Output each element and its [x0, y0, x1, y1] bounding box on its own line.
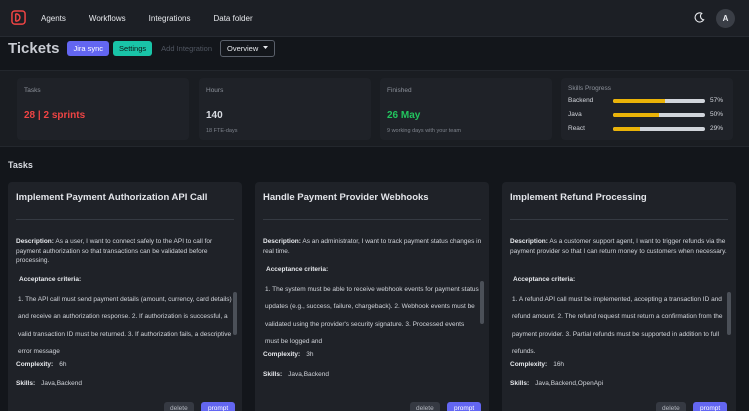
- delete-button[interactable]: delete: [164, 402, 194, 411]
- task-card-title: Implement Refund Processing: [510, 192, 647, 203]
- task-skills: Skills: Java,Backend: [16, 380, 82, 387]
- acceptance-criteria-label: Acceptance criteria:: [19, 276, 82, 283]
- description-label: Description:: [263, 238, 301, 245]
- stat-hours-value: 140: [206, 110, 223, 121]
- task-card-title: Implement Payment Authorization API Call: [16, 192, 208, 203]
- task-complexity: Complexity: 6h: [16, 361, 66, 368]
- task-description: Description: As a user, I want to connec…: [16, 237, 238, 266]
- stat-finished-label: Finished: [387, 87, 412, 94]
- page-header: Tickets Jira sync Settings Add Integrati…: [8, 39, 276, 57]
- add-integration-button[interactable]: Add Integration: [161, 44, 212, 53]
- skills-label: Skills:: [510, 380, 530, 387]
- skill-row: Backend 57%: [568, 96, 733, 105]
- scrollbar-thumb[interactable]: [727, 292, 731, 335]
- skill-name: React: [568, 125, 585, 132]
- stat-tasks-label: Tasks: [24, 87, 41, 94]
- nav-data-folder[interactable]: Data folder: [213, 14, 252, 23]
- stat-hours-label: Hours: [206, 87, 224, 94]
- skills-label: Skills:: [16, 380, 36, 387]
- nav-integrations[interactable]: Integrations: [149, 14, 191, 23]
- complexity-label: Complexity:: [16, 361, 54, 368]
- delete-button[interactable]: delete: [656, 402, 686, 411]
- description-label: Description:: [510, 238, 548, 245]
- skills-value: Java,Backend,OpenApi: [535, 380, 604, 387]
- task-complexity: Complexity: 3h: [263, 351, 313, 358]
- moon-icon[interactable]: [694, 12, 705, 23]
- settings-button[interactable]: Settings: [113, 40, 153, 56]
- complexity-value: 3h: [306, 351, 314, 358]
- task-card: Handle Payment Provider Webhooks Descrip…: [255, 182, 489, 411]
- nav-workflows[interactable]: Workflows: [89, 14, 126, 23]
- overview-dropdown-label: Overview: [227, 43, 259, 53]
- stat-skills: Skills Progress Backend 57% Java 50% Rea…: [561, 78, 733, 140]
- acceptance-criteria-label: Acceptance criteria:: [513, 276, 576, 283]
- acceptance-criteria-text[interactable]: 1. A refund API call must be implemented…: [512, 291, 726, 361]
- stat-finished-value: 26 May: [387, 110, 421, 121]
- scrollbar-thumb[interactable]: [480, 281, 484, 324]
- divider: [510, 219, 728, 220]
- tasks-heading: Tasks: [8, 160, 33, 170]
- stat-hours-sub: 18 FTE-days: [206, 128, 238, 134]
- task-description: Description: As a customer support agent…: [510, 237, 732, 256]
- jira-sync-button[interactable]: Jira sync: [67, 40, 110, 56]
- main-nav: Agents Workflows Integrations Data folde…: [41, 14, 276, 23]
- divider: [16, 219, 234, 220]
- task-card-title: Handle Payment Provider Webhooks: [263, 192, 429, 203]
- stat-skills-label: Skills Progress: [568, 85, 611, 92]
- skill-progress-bar: [613, 126, 705, 131]
- complexity-label: Complexity:: [510, 361, 548, 368]
- task-skills: Skills: Java,Backend: [263, 371, 329, 378]
- stat-tasks: Tasks 28 | 2 sprints: [17, 78, 189, 140]
- description-label: Description:: [16, 238, 54, 245]
- skills-value: Java,Backend: [288, 371, 329, 378]
- skill-percent: 50%: [710, 111, 724, 118]
- skill-progress-bar: [613, 112, 705, 117]
- divider: [263, 219, 481, 220]
- skill-row: React 29%: [568, 124, 733, 133]
- stat-tasks-value: 28 | 2 sprints: [24, 110, 86, 121]
- task-complexity: Complexity: 16h: [510, 361, 564, 368]
- chevron-down-icon: [263, 46, 269, 49]
- complexity-label: Complexity:: [263, 351, 301, 358]
- scrollbar-thumb[interactable]: [233, 292, 237, 335]
- prompt-button[interactable]: prompt: [693, 402, 728, 411]
- prompt-button[interactable]: prompt: [201, 402, 236, 411]
- task-description: Description: As an administrator, I want…: [263, 237, 485, 256]
- acceptance-criteria-label: Acceptance criteria:: [266, 266, 329, 273]
- user-avatar[interactable]: A: [716, 9, 735, 28]
- task-card: Implement Payment Authorization API Call…: [8, 182, 242, 411]
- skill-progress-fill: [613, 126, 640, 131]
- stat-hours: Hours 140 18 FTE-days: [199, 78, 371, 140]
- complexity-value: 16h: [553, 361, 565, 368]
- complexity-value: 6h: [59, 361, 67, 368]
- skill-progress-fill: [613, 98, 666, 103]
- skill-progress-bar: [613, 98, 705, 103]
- acceptance-criteria-text[interactable]: 1. The API call must send payment detail…: [18, 291, 232, 361]
- page-title: Tickets: [8, 39, 60, 57]
- prompt-button[interactable]: prompt: [447, 402, 482, 411]
- stat-finished: Finished 26 May 9 working days with your…: [380, 78, 552, 140]
- delete-button[interactable]: delete: [410, 402, 440, 411]
- skill-percent: 29%: [710, 125, 724, 132]
- skill-row: Java 50%: [568, 110, 733, 119]
- app-logo-icon[interactable]: [11, 10, 26, 25]
- skill-percent: 57%: [710, 97, 724, 104]
- skill-name: Backend: [568, 97, 594, 104]
- skill-progress-fill: [613, 112, 659, 117]
- stat-finished-sub: 9 working days with your team: [387, 128, 461, 134]
- task-skills: Skills: Java,Backend,OpenApi: [510, 380, 603, 387]
- skills-value: Java,Backend: [41, 380, 82, 387]
- task-card: Implement Refund Processing Description:…: [502, 182, 736, 411]
- acceptance-criteria-text[interactable]: 1. The system must be able to receive we…: [265, 281, 479, 351]
- skills-label: Skills:: [263, 371, 283, 378]
- top-nav-bar: Agents Workflows Integrations Data folde…: [0, 0, 749, 37]
- skill-name: Java: [568, 111, 582, 118]
- overview-dropdown[interactable]: Overview: [220, 39, 276, 57]
- nav-agents[interactable]: Agents: [41, 14, 66, 23]
